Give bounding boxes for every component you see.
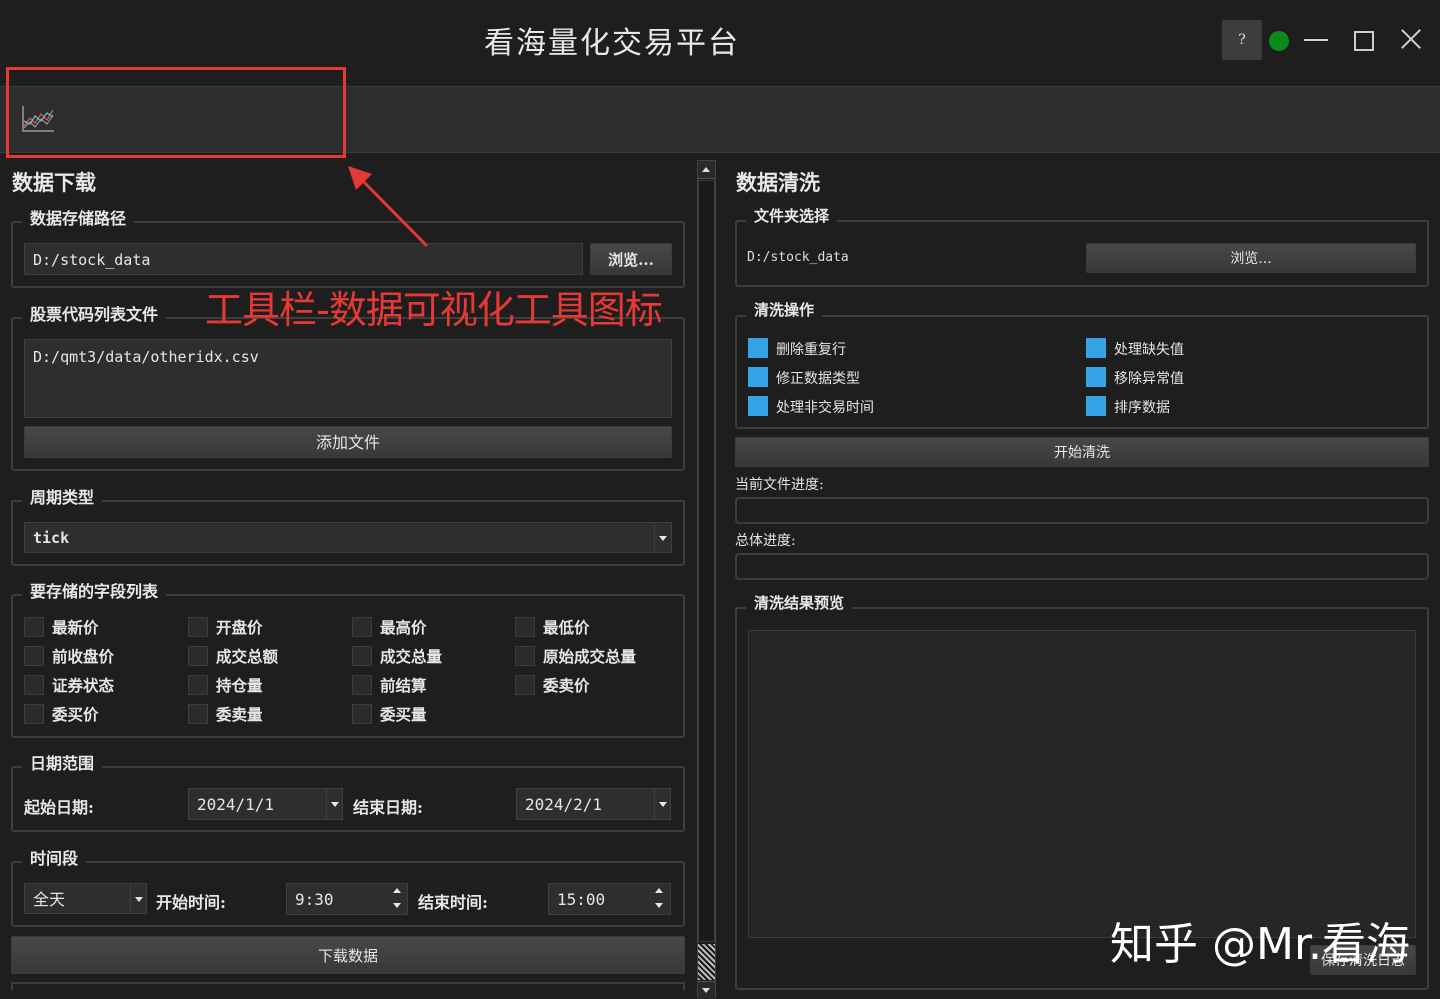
folder-browse-button[interactable]: 浏览... xyxy=(1086,243,1416,273)
clean-op-label[interactable]: 移除异常值 xyxy=(1114,368,1184,388)
stock-list-title: 股票代码列表文件 xyxy=(22,301,167,325)
field-checkbox-label[interactable]: 委卖价 xyxy=(543,674,590,696)
clean-op-checkbox[interactable] xyxy=(1086,396,1106,416)
clean-op-label[interactable]: 排序数据 xyxy=(1114,397,1170,417)
spin-up-icon[interactable] xyxy=(388,884,406,899)
folder-path[interactable]: D:/stock_data xyxy=(747,250,849,265)
field-checkbox[interactable] xyxy=(188,617,208,637)
annotation-arrow-icon xyxy=(348,166,429,248)
storage-path-input[interactable]: D:/stock_data xyxy=(24,243,583,275)
clean-op-checkbox[interactable] xyxy=(1086,338,1106,358)
clean-ops-title: 清洗操作 xyxy=(746,299,823,320)
field-checkbox-label[interactable]: 委买量 xyxy=(380,703,427,725)
scroll-down-arrow-icon[interactable] xyxy=(698,981,715,999)
spin-down-icon[interactable] xyxy=(388,899,406,914)
field-checkbox[interactable] xyxy=(352,646,372,666)
end-time-label: 结束时间: xyxy=(418,893,488,912)
clean-op-checkbox[interactable] xyxy=(748,338,768,358)
maximize-icon[interactable] xyxy=(1354,31,1374,51)
help-button[interactable]: ? xyxy=(1222,20,1262,60)
clean-op-label[interactable]: 处理非交易时间 xyxy=(776,397,874,417)
field-checkbox-label[interactable]: 成交总额 xyxy=(216,645,278,667)
field-checkbox-label[interactable]: 最高价 xyxy=(380,616,427,638)
fields-title: 要存储的字段列表 xyxy=(22,578,167,602)
end-date-picker[interactable]: 2024/2/1 xyxy=(516,788,671,820)
field-checkbox[interactable] xyxy=(515,646,535,666)
date-range-title: 日期范围 xyxy=(22,750,103,774)
clean-op-label[interactable]: 修正数据类型 xyxy=(776,368,860,388)
field-checkbox-label[interactable]: 证券状态 xyxy=(52,674,114,696)
file-progress-bar xyxy=(735,497,1429,524)
window-title: 看海量化交易平台 xyxy=(484,26,740,61)
field-checkbox[interactable] xyxy=(24,617,44,637)
field-checkbox[interactable] xyxy=(188,704,208,724)
field-checkbox[interactable] xyxy=(515,617,535,637)
field-checkbox-label[interactable]: 前结算 xyxy=(380,674,427,696)
stock-list-files[interactable]: D:/qmt3/data/otheridx.csv xyxy=(24,339,672,418)
field-checkbox[interactable] xyxy=(352,675,372,695)
field-checkbox-label[interactable]: 成交总量 xyxy=(380,645,442,667)
field-checkbox[interactable] xyxy=(24,704,44,724)
time-mode-select[interactable]: 全天 xyxy=(24,883,147,914)
field-checkbox-label[interactable]: 前收盘价 xyxy=(52,645,114,667)
storage-path-title: 数据存储路径 xyxy=(22,205,135,229)
watermark: 知乎 @Mr.看海 xyxy=(1110,919,1410,970)
field-checkbox[interactable] xyxy=(352,617,372,637)
start-time-label: 开始时间: xyxy=(156,893,226,912)
field-checkbox-label[interactable]: 持仓量 xyxy=(216,674,263,696)
scroll-track-pattern[interactable] xyxy=(698,944,715,980)
annotation-label: 工具栏-数据可视化工具图标 xyxy=(205,288,663,332)
spin-up-icon[interactable] xyxy=(650,884,668,899)
field-checkbox[interactable] xyxy=(515,675,535,695)
field-checkbox[interactable] xyxy=(188,646,208,666)
field-checkbox-label[interactable]: 最新价 xyxy=(52,616,99,638)
field-checkbox[interactable] xyxy=(24,646,44,666)
next-group-edge xyxy=(11,982,685,990)
close-icon[interactable] xyxy=(1398,26,1424,52)
clean-op-checkbox[interactable] xyxy=(748,396,768,416)
minimize-icon[interactable] xyxy=(1304,39,1328,41)
total-progress-label: 总体进度: xyxy=(735,533,796,549)
preview-text-area[interactable] xyxy=(748,630,1416,938)
scroll-thumb[interactable] xyxy=(698,180,715,942)
total-progress-bar xyxy=(735,553,1429,580)
start-date-picker[interactable]: 2024/1/1 xyxy=(188,788,343,820)
chevron-down-icon[interactable] xyxy=(654,789,670,819)
time-range-title: 时间段 xyxy=(22,845,87,869)
clean-op-checkbox[interactable] xyxy=(748,367,768,387)
field-checkbox-label[interactable]: 最低价 xyxy=(543,616,590,638)
download-section-title: 数据下载 xyxy=(12,170,96,195)
period-title: 周期类型 xyxy=(22,484,103,508)
start-date-label: 起始日期: xyxy=(24,798,94,817)
status-indicator-icon xyxy=(1269,31,1289,51)
annotation-highlight-box xyxy=(6,67,346,158)
folder-title: 文件夹选择 xyxy=(746,205,838,226)
clean-op-label[interactable]: 处理缺失值 xyxy=(1114,339,1184,359)
chevron-down-icon[interactable] xyxy=(654,523,670,552)
start-cleaning-button[interactable]: 开始清洗 xyxy=(735,437,1429,467)
field-checkbox[interactable] xyxy=(352,704,372,724)
download-button[interactable]: 下载数据 xyxy=(11,936,685,974)
scroll-up-arrow-icon[interactable] xyxy=(698,161,715,179)
chevron-down-icon[interactable] xyxy=(326,789,342,819)
storage-browse-button[interactable]: 浏览... xyxy=(590,243,672,275)
clean-op-label[interactable]: 删除重复行 xyxy=(776,339,846,359)
add-file-button[interactable]: 添加文件 xyxy=(24,426,672,458)
field-checkbox-label[interactable]: 原始成交总量 xyxy=(543,645,636,667)
spin-down-icon[interactable] xyxy=(650,899,668,914)
end-date-label: 结束日期: xyxy=(353,798,423,817)
cleaning-section-title: 数据清洗 xyxy=(736,170,820,195)
field-checkbox-label[interactable]: 开盘价 xyxy=(216,616,263,638)
field-checkbox-label[interactable]: 委卖量 xyxy=(216,703,263,725)
file-progress-label: 当前文件进度: xyxy=(735,477,824,493)
chevron-down-icon[interactable] xyxy=(130,884,146,913)
clean-op-checkbox[interactable] xyxy=(1086,367,1106,387)
field-checkbox-label[interactable]: 委买价 xyxy=(52,703,99,725)
field-checkbox[interactable] xyxy=(188,675,208,695)
field-checkbox[interactable] xyxy=(24,675,44,695)
period-select[interactable]: tick xyxy=(24,522,672,553)
preview-title: 清洗结果预览 xyxy=(746,592,853,613)
